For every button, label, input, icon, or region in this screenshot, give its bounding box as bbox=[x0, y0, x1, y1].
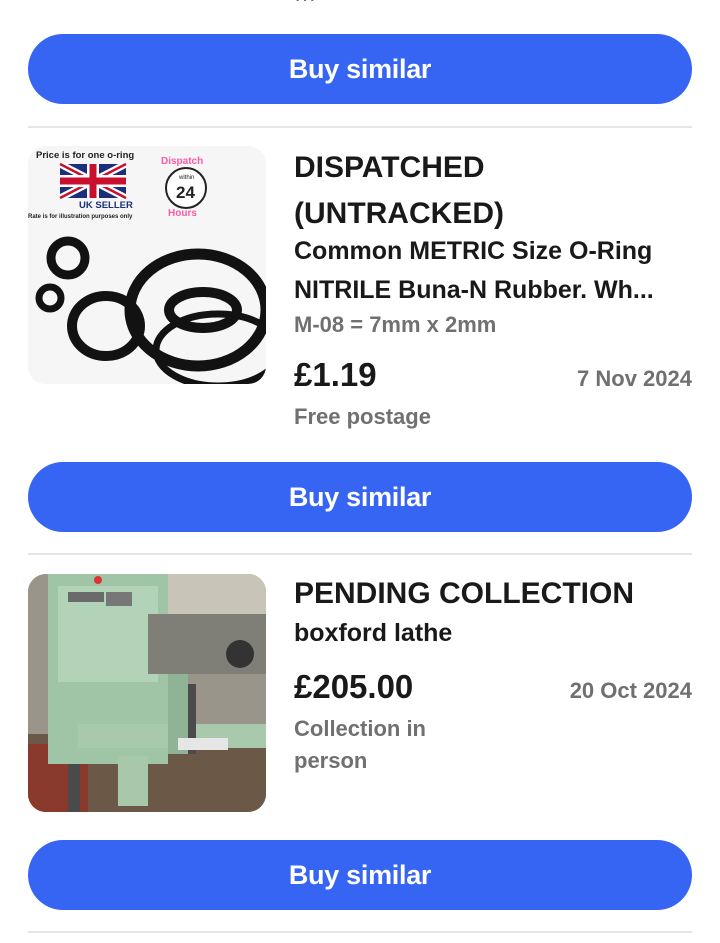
uk-seller-label: UK SELLER bbox=[79, 200, 133, 211]
image-disclaimer: Rate is for illustration purposes only bbox=[28, 214, 133, 220]
item-image-o-ring[interactable]: Price is for one o-ring UK SELLER Rate i… bbox=[28, 146, 266, 384]
item-price: £1.19 bbox=[294, 356, 377, 393]
item-variant: M-08 = 7mm x 2mm bbox=[294, 312, 497, 337]
image-caption-top: Price is for one o-ring bbox=[36, 150, 134, 161]
divider bbox=[28, 126, 692, 128]
item-status: PENDING COLLECTION bbox=[294, 577, 635, 610]
item-title-line-1: Common METRIC Size O-Ring bbox=[294, 237, 653, 265]
svg-text:Hours: Hours bbox=[168, 208, 197, 219]
svg-text:Dispatch: Dispatch bbox=[161, 156, 203, 167]
buy-similar-button[interactable]: Buy similar bbox=[28, 840, 692, 910]
item-title[interactable]: boxford lathe bbox=[294, 614, 694, 653]
svg-text:24: 24 bbox=[176, 183, 195, 202]
buy-similar-button[interactable]: Buy similar bbox=[28, 462, 692, 532]
divider bbox=[28, 553, 692, 555]
cut-off-text: ··· bbox=[294, 0, 494, 6]
item-postage: Free postage bbox=[294, 404, 431, 429]
item-title-line-2: NITRILE Buna-N Rubber. Wh... bbox=[294, 276, 654, 304]
item-status: DISPATCHED (UNTRACKED) bbox=[294, 151, 504, 230]
buy-similar-button[interactable]: Buy similar bbox=[28, 34, 692, 104]
divider bbox=[28, 931, 692, 933]
item-image-lathe[interactable] bbox=[28, 574, 266, 812]
item-date: 7 Nov 2024 bbox=[577, 366, 692, 391]
item-postage: Collection in person bbox=[294, 716, 426, 773]
item-date: 20 Oct 2024 bbox=[569, 678, 692, 703]
item-title[interactable]: Common METRIC Size O-Ring NITRILE Buna-N… bbox=[294, 232, 694, 310]
svg-text:within: within bbox=[178, 175, 194, 181]
uk-flag-icon bbox=[58, 160, 128, 202]
item-price: £205.00 bbox=[294, 668, 414, 705]
